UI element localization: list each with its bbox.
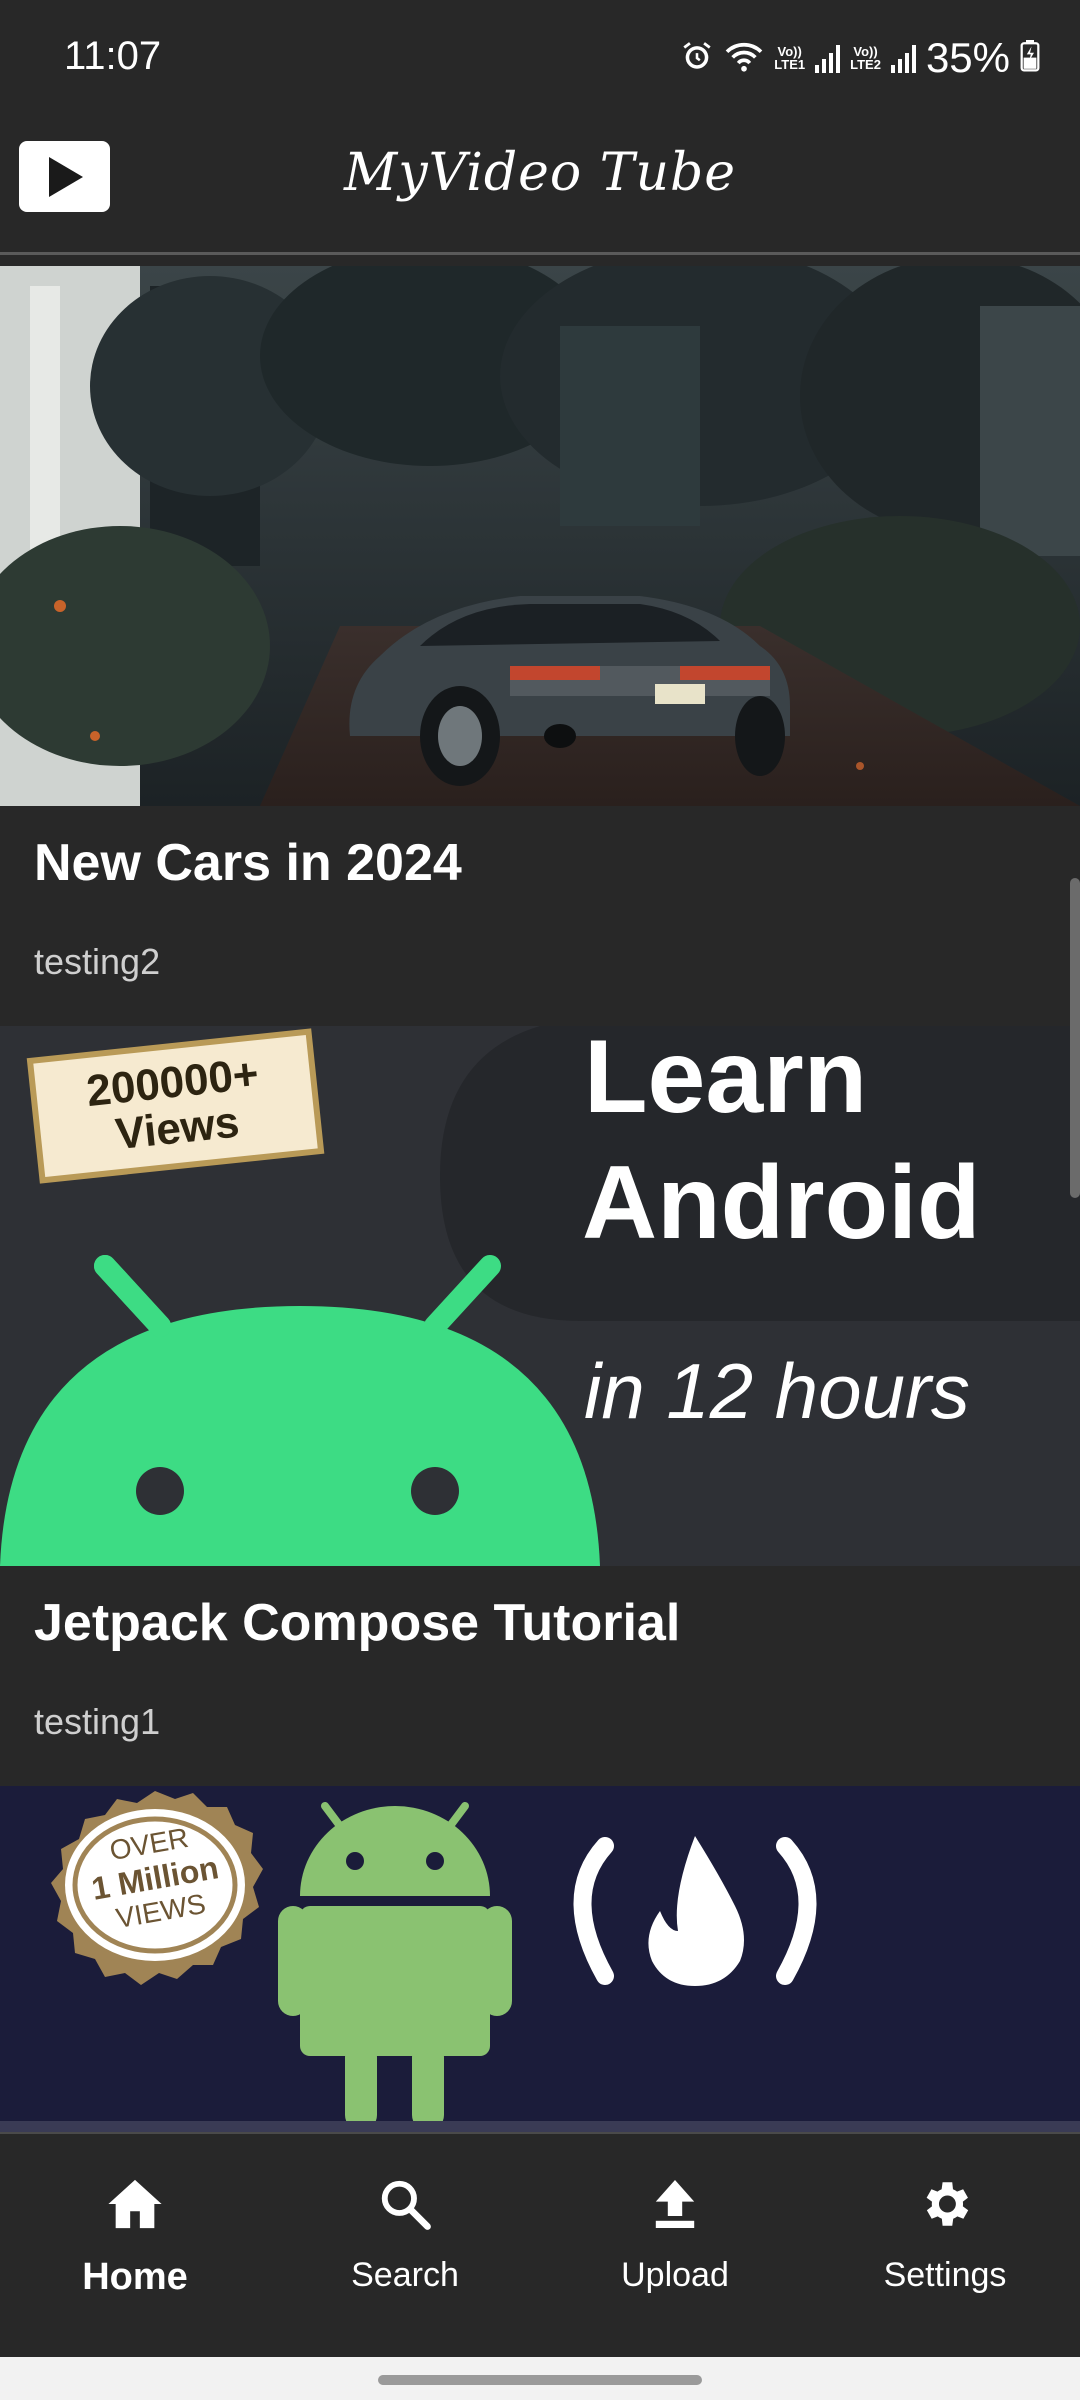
- video-title[interactable]: Jetpack Compose Tutorial: [34, 1593, 680, 1653]
- nav-search[interactable]: Search: [270, 2134, 540, 2359]
- video-title[interactable]: New Cars in 2024: [34, 833, 462, 893]
- nav-settings-label: Settings: [883, 2256, 1007, 2294]
- battery-charging-icon: [1020, 39, 1040, 77]
- video-thumbnail-android-development[interactable]: OVER 1 Million VIEWS: [0, 1786, 1080, 2132]
- thumb-subheading: in 12 hours: [584, 1347, 970, 1435]
- views-badge-label: Views: [113, 1097, 242, 1160]
- app-title: MyVideo Tube: [343, 143, 737, 203]
- search-icon: [378, 2172, 432, 2236]
- thumb-heading-android: Android: [582, 1145, 981, 1261]
- video-channel: testing2: [34, 941, 161, 982]
- video-thumbnail-learn-android[interactable]: 200000+ Views Learn Android in 12 hours: [0, 1026, 1080, 1566]
- nav-home[interactable]: Home: [0, 2134, 270, 2359]
- home-icon: [106, 2172, 164, 2236]
- status-time: 11:07: [64, 34, 162, 78]
- signal-strength-1-icon: [815, 43, 841, 73]
- nav-upload-label: Upload: [621, 2256, 729, 2294]
- signal-strength-2-icon: [890, 43, 916, 73]
- upload-icon: [651, 2172, 699, 2236]
- video-card[interactable]: 200000+ Views Learn Android in 12 hours …: [0, 1026, 1080, 1786]
- gear-icon: [916, 2172, 974, 2236]
- video-feed[interactable]: New Cars in 2024 testing2 200000+ Views …: [0, 266, 1080, 2132]
- volte-lte1-icon: Vo)) LTE1: [774, 44, 806, 72]
- battery-percent: 35%: [925, 34, 1010, 81]
- nav-settings[interactable]: Settings: [810, 2134, 1080, 2359]
- video-channel: testing1: [34, 1701, 161, 1742]
- bottom-navigation: Home Search Upload Settings: [0, 2132, 1080, 2359]
- nav-upload[interactable]: Upload: [540, 2134, 810, 2359]
- alarm-icon: [680, 39, 714, 78]
- status-icons: Vo)) LTE1 Vo)) LTE2 35%: [680, 34, 1040, 82]
- app-bar: MyVideo Tube: [0, 115, 1080, 255]
- video-card[interactable]: New Cars in 2024 testing2: [0, 266, 1080, 1026]
- scrollbar-thumb[interactable]: [1070, 878, 1080, 1198]
- nav-search-label: Search: [351, 2256, 459, 2294]
- video-thumbnail-sports-car[interactable]: [0, 266, 1080, 806]
- nav-home-label: Home: [82, 2256, 188, 2298]
- status-bar: 11:07 Vo)) LTE1 Vo)) LTE2 35%: [0, 0, 1080, 115]
- wifi-icon: [724, 39, 764, 78]
- gesture-handle[interactable]: [378, 2375, 702, 2385]
- video-card[interactable]: OVER 1 Million VIEWS: [0, 1786, 1080, 2132]
- thumb-heading-learn: Learn: [584, 1026, 868, 1135]
- sports-car-photo: [0, 266, 1080, 806]
- volte-lte2-icon: Vo)) LTE2: [850, 44, 881, 72]
